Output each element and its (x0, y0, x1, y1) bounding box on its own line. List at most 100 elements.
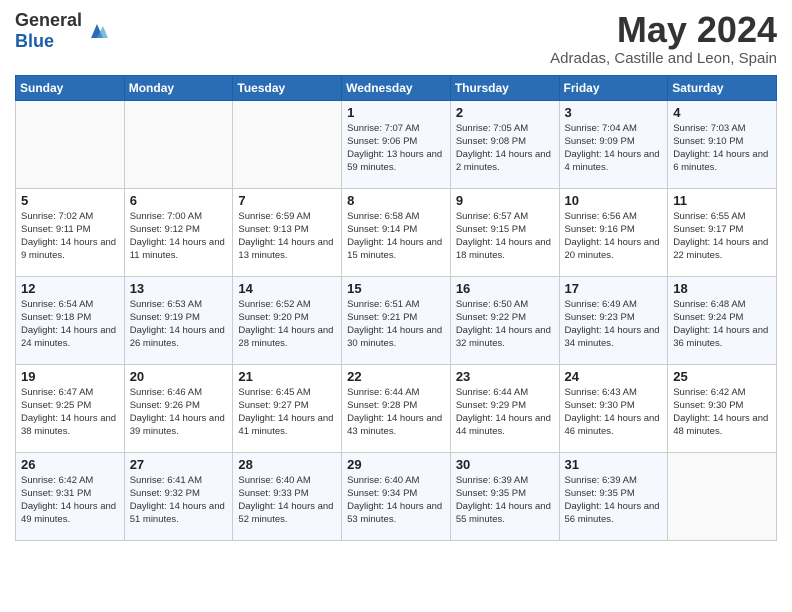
day-number: 15 (347, 281, 445, 296)
day-number: 16 (456, 281, 554, 296)
calendar-cell (16, 100, 125, 188)
title-area: May 2024 Adradas, Castille and Leon, Spa… (550, 10, 777, 67)
day-number: 9 (456, 193, 554, 208)
logo-icon (86, 20, 108, 42)
week-row-1: 1 Sunrise: 7:07 AMSunset: 9:06 PMDaylight… (16, 100, 777, 188)
day-detail: Sunrise: 6:40 AMSunset: 9:33 PMDaylight:… (238, 475, 333, 526)
day-detail: Sunrise: 7:03 AMSunset: 9:10 PMDaylight:… (673, 123, 768, 174)
calendar-cell: 10 Sunrise: 6:56 AMSunset: 9:16 PMDayligh… (559, 188, 668, 276)
calendar-cell: 3 Sunrise: 7:04 AMSunset: 9:09 PMDaylight… (559, 100, 668, 188)
day-number: 2 (456, 105, 554, 120)
calendar-cell: 28 Sunrise: 6:40 AMSunset: 9:33 PMDayligh… (233, 452, 342, 540)
calendar-cell: 2Sunrise: 7:05 AMSunset: 9:08 PMDaylight… (450, 100, 559, 188)
day-detail: Sunrise: 6:51 AMSunset: 9:21 PMDaylight:… (347, 299, 442, 350)
calendar-cell: 1 Sunrise: 7:07 AMSunset: 9:06 PMDaylight… (342, 100, 451, 188)
day-number: 21 (238, 369, 336, 384)
day-number: 23 (456, 369, 554, 384)
day-header-thursday: Thursday (450, 75, 559, 100)
month-title: May 2024 (550, 10, 777, 50)
day-number: 10 (565, 193, 663, 208)
logo-general: General (15, 10, 82, 30)
calendar-cell: 6 Sunrise: 7:00 AMSunset: 9:12 PMDaylight… (124, 188, 233, 276)
calendar-cell: 18 Sunrise: 6:48 AMSunset: 9:24 PMDayligh… (668, 276, 777, 364)
day-number: 25 (673, 369, 771, 384)
day-number: 8 (347, 193, 445, 208)
logo-blue: Blue (15, 31, 54, 51)
day-number: 12 (21, 281, 119, 296)
day-detail: Sunrise: 6:58 AMSunset: 9:14 PMDaylight:… (347, 211, 442, 262)
day-number: 18 (673, 281, 771, 296)
calendar-cell: 23 Sunrise: 6:44 AMSunset: 9:29 PMDayligh… (450, 364, 559, 452)
day-number: 20 (130, 369, 228, 384)
header: General Blue May 2024 Adradas, Castille … (15, 10, 777, 67)
day-detail: Sunrise: 6:39 AMSunset: 9:35 PMDaylight:… (565, 475, 660, 526)
calendar-cell: 27 Sunrise: 6:41 AMSunset: 9:32 PMDayligh… (124, 452, 233, 540)
day-detail: Sunrise: 7:02 AMSunset: 9:11 PMDaylight:… (21, 211, 116, 262)
day-number: 6 (130, 193, 228, 208)
day-header-friday: Friday (559, 75, 668, 100)
day-detail: Sunrise: 6:44 AMSunset: 9:29 PMDaylight:… (456, 387, 551, 438)
calendar-cell: 20Sunrise: 6:46 AMSunset: 9:26 PMDayligh… (124, 364, 233, 452)
day-header-sunday: Sunday (16, 75, 125, 100)
week-row-3: 12 Sunrise: 6:54 AMSunset: 9:18 PMDayligh… (16, 276, 777, 364)
calendar-cell: 22 Sunrise: 6:44 AMSunset: 9:28 PMDayligh… (342, 364, 451, 452)
day-detail: Sunrise: 7:00 AMSunset: 9:12 PMDaylight:… (130, 211, 225, 262)
day-detail: Sunrise: 7:07 AMSunset: 9:06 PMDaylight:… (347, 123, 442, 174)
calendar-cell: 26Sunrise: 6:42 AMSunset: 9:31 PMDayligh… (16, 452, 125, 540)
calendar-cell: 19 Sunrise: 6:47 AMSunset: 9:25 PMDayligh… (16, 364, 125, 452)
day-header-tuesday: Tuesday (233, 75, 342, 100)
calendar-cell (668, 452, 777, 540)
day-header-saturday: Saturday (668, 75, 777, 100)
calendar-cell: 29Sunrise: 6:40 AMSunset: 9:34 PMDayligh… (342, 452, 451, 540)
day-number: 5 (21, 193, 119, 208)
calendar-cell: 30Sunrise: 6:39 AMSunset: 9:35 PMDayligh… (450, 452, 559, 540)
day-detail: Sunrise: 6:44 AMSunset: 9:28 PMDaylight:… (347, 387, 442, 438)
day-header-monday: Monday (124, 75, 233, 100)
day-detail: Sunrise: 6:59 AMSunset: 9:13 PMDaylight:… (238, 211, 333, 262)
day-number: 17 (565, 281, 663, 296)
day-number: 24 (565, 369, 663, 384)
day-detail: Sunrise: 7:04 AMSunset: 9:09 PMDaylight:… (565, 123, 660, 174)
day-number: 1 (347, 105, 445, 120)
day-detail: Sunrise: 6:50 AMSunset: 9:22 PMDaylight:… (456, 299, 551, 350)
day-detail: Sunrise: 6:56 AMSunset: 9:16 PMDaylight:… (565, 211, 660, 262)
calendar-cell: 13Sunrise: 6:53 AMSunset: 9:19 PMDayligh… (124, 276, 233, 364)
calendar-cell: 9 Sunrise: 6:57 AMSunset: 9:15 PMDaylight… (450, 188, 559, 276)
day-detail: Sunrise: 6:41 AMSunset: 9:32 PMDaylight:… (130, 475, 225, 526)
week-row-4: 19 Sunrise: 6:47 AMSunset: 9:25 PMDayligh… (16, 364, 777, 452)
day-detail: Sunrise: 6:47 AMSunset: 9:25 PMDaylight:… (21, 387, 116, 438)
day-number: 7 (238, 193, 336, 208)
calendar-cell: 8 Sunrise: 6:58 AMSunset: 9:14 PMDaylight… (342, 188, 451, 276)
logo: General Blue (15, 10, 108, 52)
day-detail: Sunrise: 6:48 AMSunset: 9:24 PMDaylight:… (673, 299, 768, 350)
calendar-cell: 11Sunrise: 6:55 AMSunset: 9:17 PMDayligh… (668, 188, 777, 276)
day-number: 22 (347, 369, 445, 384)
day-detail: Sunrise: 6:57 AMSunset: 9:15 PMDaylight:… (456, 211, 551, 262)
day-detail: Sunrise: 6:43 AMSunset: 9:30 PMDaylight:… (565, 387, 660, 438)
calendar-cell: 25 Sunrise: 6:42 AMSunset: 9:30 PMDayligh… (668, 364, 777, 452)
calendar-table: SundayMondayTuesdayWednesdayThursdayFrid… (15, 75, 777, 541)
days-header-row: SundayMondayTuesdayWednesdayThursdayFrid… (16, 75, 777, 100)
calendar-cell (233, 100, 342, 188)
day-detail: Sunrise: 6:55 AMSunset: 9:17 PMDaylight:… (673, 211, 768, 262)
logo-text: General Blue (15, 10, 82, 52)
calendar-cell: 21 Sunrise: 6:45 AMSunset: 9:27 PMDayligh… (233, 364, 342, 452)
calendar-cell: 14Sunrise: 6:52 AMSunset: 9:20 PMDayligh… (233, 276, 342, 364)
calendar-cell: 5 Sunrise: 7:02 AMSunset: 9:11 PMDaylight… (16, 188, 125, 276)
day-number: 19 (21, 369, 119, 384)
day-detail: Sunrise: 6:45 AMSunset: 9:27 PMDaylight:… (238, 387, 333, 438)
day-detail: Sunrise: 6:39 AMSunset: 9:35 PMDaylight:… (456, 475, 551, 526)
week-row-5: 26Sunrise: 6:42 AMSunset: 9:31 PMDayligh… (16, 452, 777, 540)
calendar-cell (124, 100, 233, 188)
day-number: 26 (21, 457, 119, 472)
day-number: 4 (673, 105, 771, 120)
day-detail: Sunrise: 6:42 AMSunset: 9:30 PMDaylight:… (673, 387, 768, 438)
day-number: 27 (130, 457, 228, 472)
day-number: 3 (565, 105, 663, 120)
day-detail: Sunrise: 6:52 AMSunset: 9:20 PMDaylight:… (238, 299, 333, 350)
day-detail: Sunrise: 6:54 AMSunset: 9:18 PMDaylight:… (21, 299, 116, 350)
calendar-cell: 16 Sunrise: 6:50 AMSunset: 9:22 PMDayligh… (450, 276, 559, 364)
week-row-2: 5 Sunrise: 7:02 AMSunset: 9:11 PMDaylight… (16, 188, 777, 276)
day-number: 28 (238, 457, 336, 472)
calendar-cell: 12 Sunrise: 6:54 AMSunset: 9:18 PMDayligh… (16, 276, 125, 364)
